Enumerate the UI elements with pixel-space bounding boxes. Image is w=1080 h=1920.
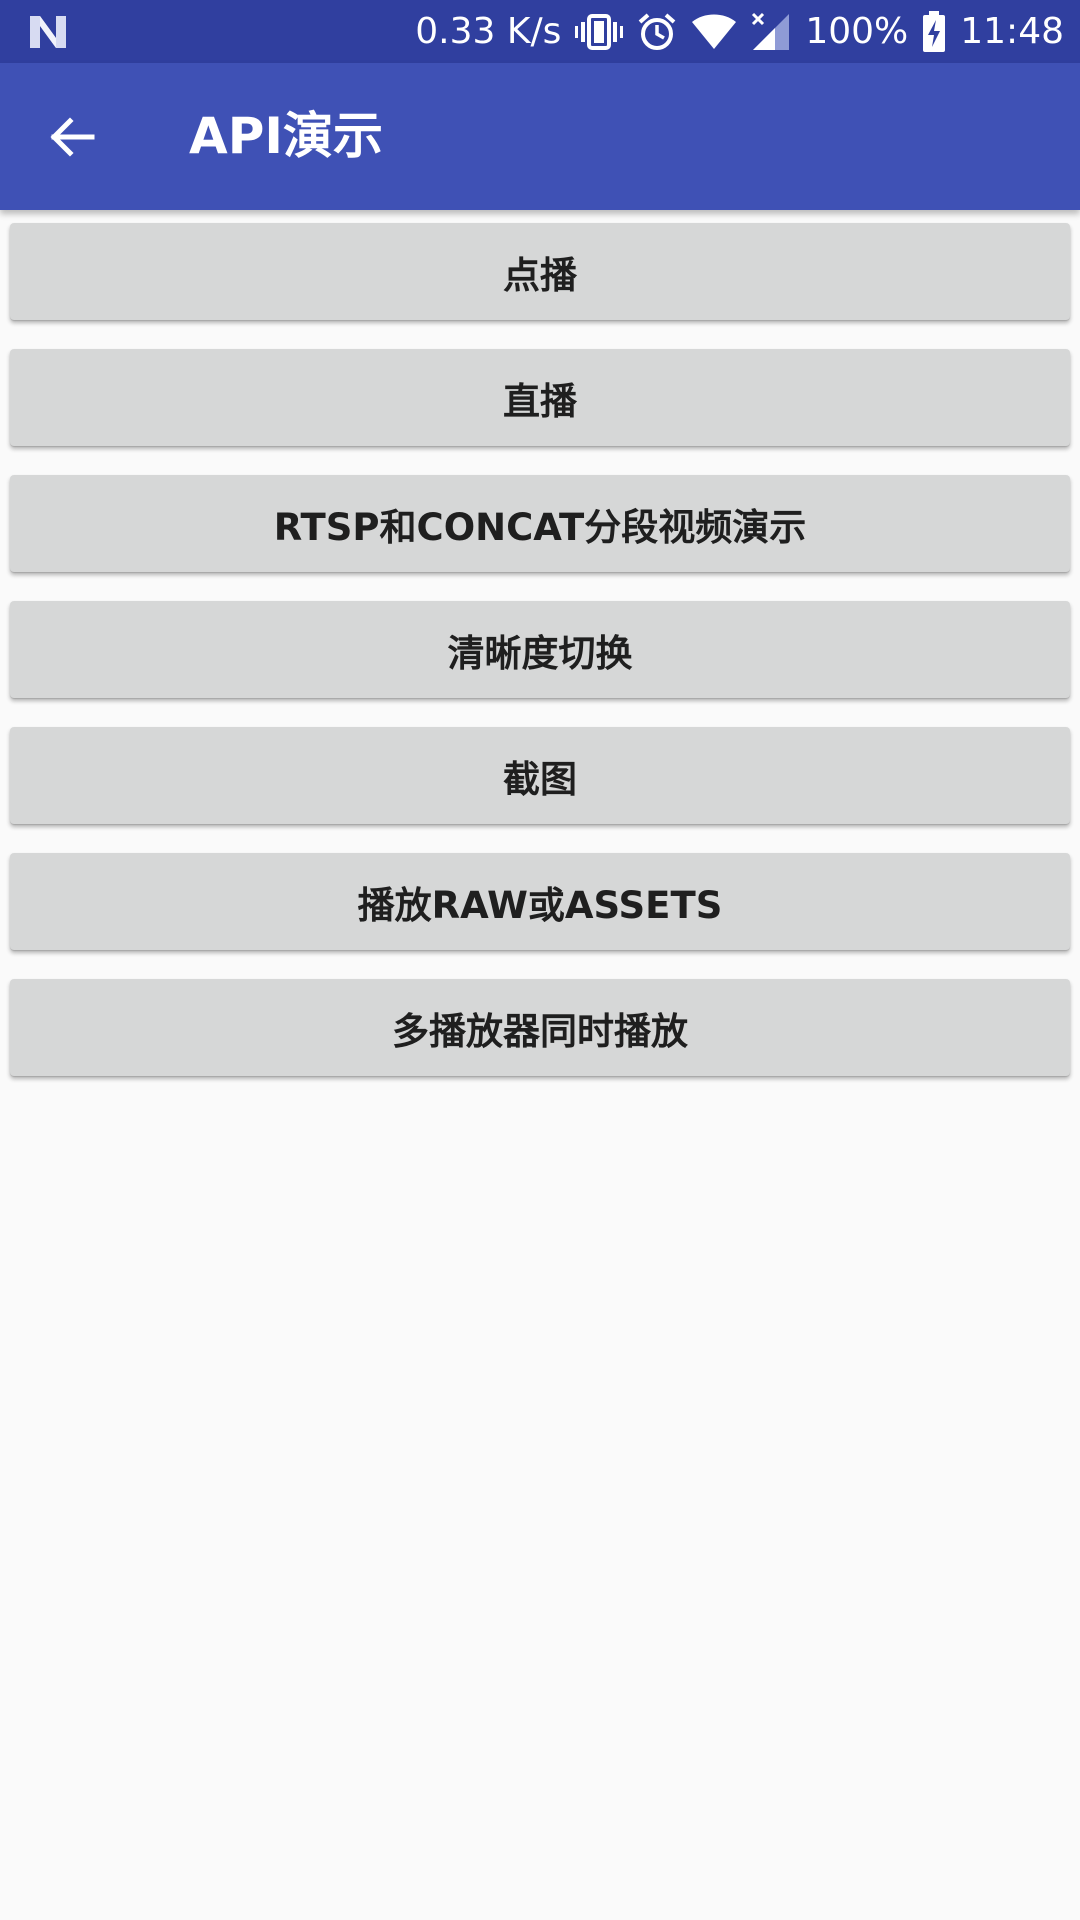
status-bar: 0.33 K/s 100% 11:48	[0, 0, 1080, 63]
vibrate-icon	[575, 13, 624, 50]
rtsp-concat-demo-button[interactable]: RTSP和CONCAT分段视频演示	[10, 475, 1070, 572]
vod-button[interactable]: 点播	[10, 223, 1070, 320]
app-bar: API演示	[0, 63, 1080, 210]
signal-icon	[752, 12, 790, 50]
page-title: API演示	[189, 107, 383, 165]
back-button[interactable]	[28, 93, 116, 181]
battery-charging-icon	[923, 10, 946, 52]
arrow-back-icon	[50, 117, 95, 157]
network-speed: 0.33 K/s	[415, 11, 562, 52]
wifi-icon	[692, 14, 737, 49]
clock: 11:48	[960, 11, 1064, 52]
status-icons: 0.33 K/s 100% 11:48	[415, 0, 1064, 63]
screenshot-button[interactable]: 截图	[10, 727, 1070, 824]
button-list: 点播 直播 RTSP和CONCAT分段视频演示 清晰度切换 截图 播放RAW或A…	[10, 223, 1070, 1105]
quality-switch-button[interactable]: 清晰度切换	[10, 601, 1070, 698]
play-raw-assets-button[interactable]: 播放RAW或ASSETS	[10, 853, 1070, 950]
multi-player-button[interactable]: 多播放器同时播放	[10, 979, 1070, 1076]
n-logo-icon	[30, 16, 66, 48]
alarm-icon	[639, 12, 676, 50]
battery-level: 100%	[805, 11, 909, 52]
live-button[interactable]: 直播	[10, 349, 1070, 446]
